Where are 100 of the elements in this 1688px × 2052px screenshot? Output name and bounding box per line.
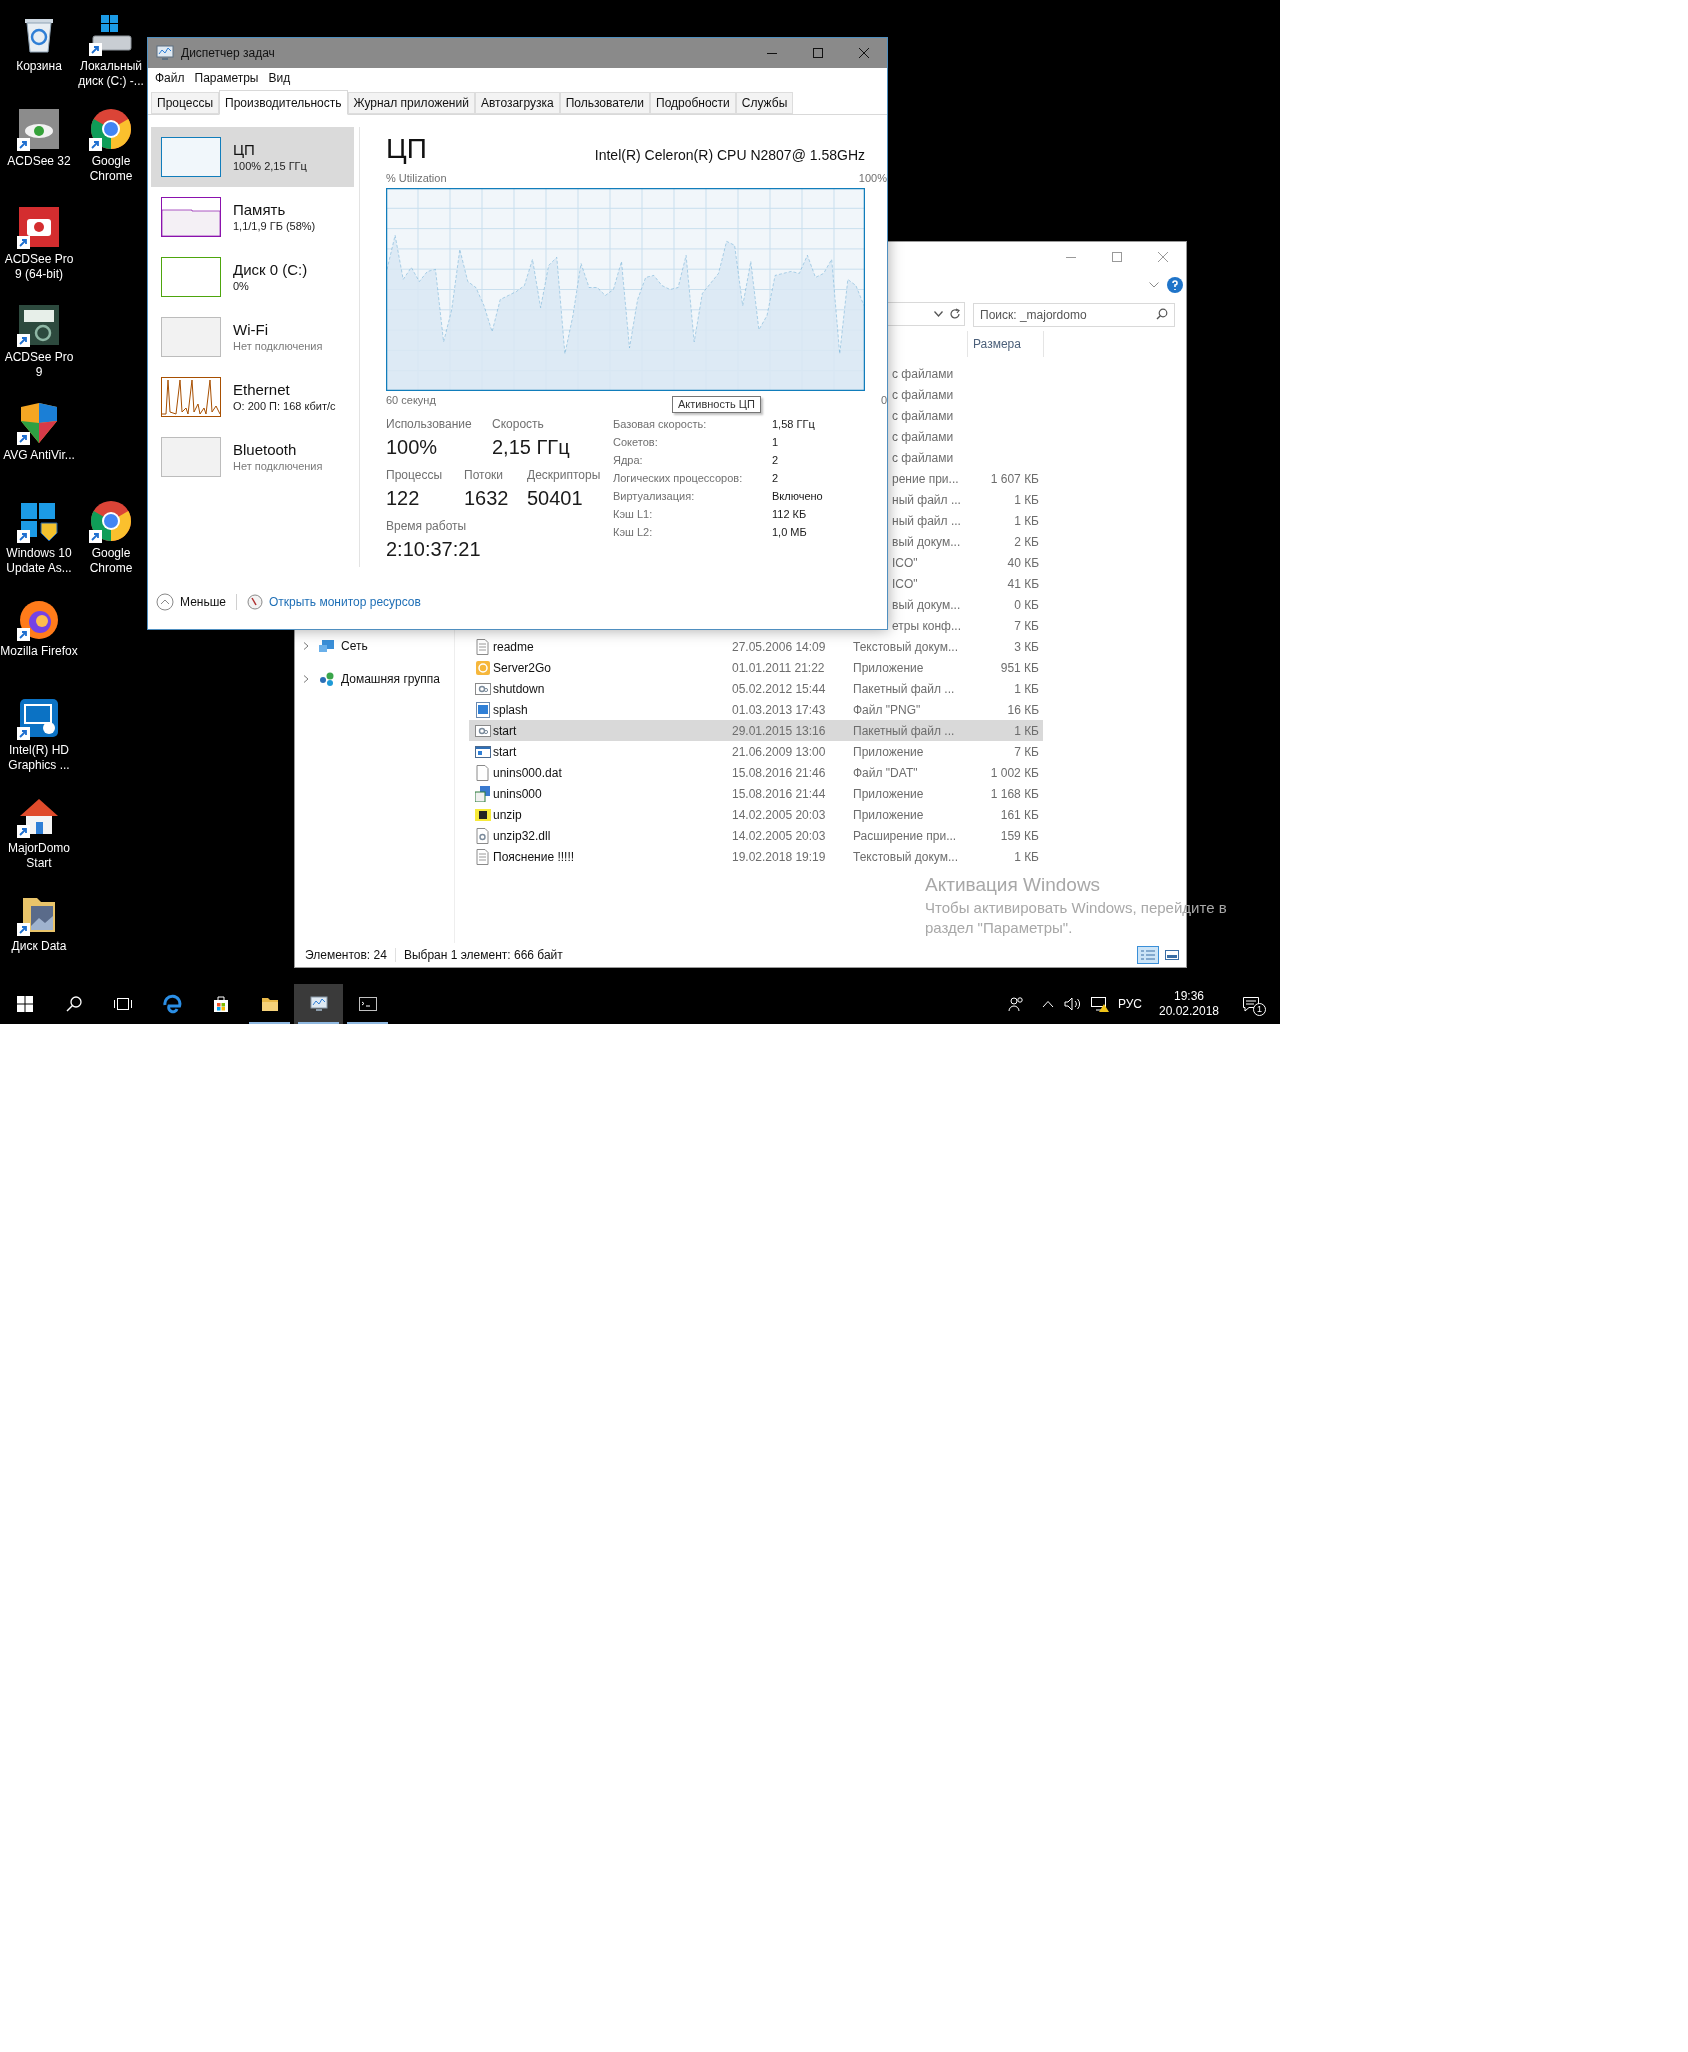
detail-label: Логических процессоров: bbox=[613, 470, 744, 486]
tab[interactable]: Журнал приложений bbox=[347, 92, 475, 114]
nav-item[interactable]: Домашняя группа bbox=[295, 668, 454, 690]
file-row[interactable]: splash 01.03.2013 17:43 Файл "PNG" 16 КБ bbox=[469, 699, 1043, 720]
sidebar-item-title: Wi-Fi bbox=[233, 321, 269, 339]
search-field[interactable]: Поиск: _majordomo bbox=[973, 303, 1175, 327]
file-row[interactable]: етры конф... 7 КБ bbox=[892, 615, 1043, 636]
file-row[interactable]: start 29.01.2015 13:16 Пакетный файл ... 1 КБ bbox=[469, 720, 1043, 741]
file-date: 14.02.2005 20:03 bbox=[732, 827, 827, 845]
tab[interactable]: Процессы bbox=[151, 92, 219, 114]
file-row[interactable]: рение при... 1 607 КБ bbox=[892, 468, 1043, 489]
windows-logo-icon bbox=[16, 996, 33, 1012]
tab[interactable]: Производительность bbox=[219, 90, 348, 115]
desktop-shortcut[interactable]: Mozilla Firefox bbox=[0, 595, 78, 659]
file-name: shutdown bbox=[493, 680, 546, 698]
fewer-details-button[interactable]: Меньше bbox=[156, 593, 226, 611]
nav-item[interactable]: Сеть bbox=[295, 635, 454, 657]
sidebar-item[interactable]: Ethernet О: 200 П: 168 кбит/с bbox=[151, 367, 354, 427]
file-name: unins000 bbox=[493, 785, 543, 803]
tab[interactable]: Службы bbox=[735, 92, 794, 114]
sidebar-item-subtitle: Нет подключения bbox=[233, 459, 323, 473]
clock[interactable]: 19:36 20.02.2018 bbox=[1154, 989, 1224, 1019]
notifications-button[interactable]: 1 bbox=[1234, 984, 1268, 1024]
details-view-button[interactable] bbox=[1137, 946, 1159, 964]
desktop-shortcut[interactable]: MajorDomo Start bbox=[0, 792, 78, 871]
zip-icon bbox=[475, 806, 491, 823]
file-row[interactable]: shutdown 05.02.2012 15:44 Пакетный файл ... 1 КБ bbox=[469, 678, 1043, 699]
file-date: 19.02.2018 19:19 bbox=[732, 848, 827, 866]
file-size: 161 КБ bbox=[1000, 806, 1039, 824]
sidebar-item[interactable]: Память 1,1/1,9 ГБ (58%) bbox=[151, 187, 354, 247]
file-row[interactable]: с файлами bbox=[892, 447, 1043, 468]
chevron-up-icon[interactable] bbox=[1041, 1000, 1054, 1008]
tab[interactable]: Пользователи bbox=[559, 92, 651, 114]
file-type: вый докум... bbox=[892, 533, 962, 551]
drive-icon bbox=[89, 12, 133, 56]
desktop-shortcut[interactable]: Диск Data bbox=[0, 890, 78, 954]
file-row[interactable]: ный файл ... 1 КБ bbox=[892, 510, 1043, 531]
file-type: ICO" bbox=[892, 575, 919, 593]
file-row[interactable]: Пояснение !!!!! 19.02.2018 19:19 Текстовый докум... 1 КБ bbox=[469, 846, 1043, 867]
menu-item[interactable]: Вид bbox=[263, 69, 296, 87]
file-row[interactable]: Server2Go 01.01.2011 21:22 Приложение 951 КБ bbox=[469, 657, 1043, 678]
sidebar-item[interactable]: Bluetooth Нет подключения bbox=[151, 427, 354, 487]
taskbar-app[interactable] bbox=[294, 984, 343, 1024]
file-row[interactable]: вый докум... 2 КБ bbox=[892, 531, 1043, 552]
file-row[interactable]: unzip 14.02.2005 20:03 Приложение 161 КБ bbox=[469, 804, 1043, 825]
sidebar-item[interactable]: ЦП 100% 2,15 ГГц bbox=[151, 127, 354, 187]
menu-item[interactable]: Файл bbox=[150, 69, 190, 87]
file-row[interactable]: unzip32.dll 14.02.2005 20:03 Расширение при... 159 КБ bbox=[469, 825, 1043, 846]
file-name: Пояснение !!!!! bbox=[493, 848, 576, 866]
desktop-shortcut[interactable]: Intel(R) HD Graphics ... bbox=[0, 694, 78, 773]
desktop-shortcut[interactable]: AVG AntiVir... bbox=[0, 399, 78, 463]
sidebar-item[interactable]: Диск 0 (C:) 0% bbox=[151, 247, 354, 307]
language-indicator[interactable]: РУС bbox=[1117, 995, 1142, 1013]
file-row[interactable]: ICO" 40 КБ bbox=[892, 552, 1043, 573]
file-type: Пакетный файл ... bbox=[853, 680, 956, 698]
file-row[interactable]: unins000.dat 15.08.2016 21:46 Файл "DAT" 1 002 КБ bbox=[469, 762, 1043, 783]
sidebar-item-subtitle: 1,1/1,9 ГБ (58%) bbox=[233, 219, 316, 233]
app-icon bbox=[475, 659, 491, 676]
file-row[interactable]: ный файл ... 1 КБ bbox=[892, 489, 1043, 510]
speaker-icon[interactable] bbox=[1063, 996, 1082, 1012]
file-type: Расширение при... bbox=[853, 827, 958, 845]
file-row[interactable]: readme 27.05.2006 14:09 Текстовый докум... 3 КБ bbox=[469, 636, 1043, 657]
file-row[interactable]: с файлами bbox=[892, 384, 1043, 405]
tab[interactable]: Автозагрузка bbox=[474, 92, 560, 114]
menu-item[interactable]: Параметры bbox=[189, 69, 264, 87]
text-file-icon bbox=[475, 848, 491, 865]
file-type: Текстовый докум... bbox=[853, 638, 959, 656]
file-row[interactable]: ICO" 41 КБ bbox=[892, 573, 1043, 594]
file-date: 01.03.2013 17:43 bbox=[732, 701, 827, 719]
file-row[interactable]: с файлами bbox=[892, 426, 1043, 447]
file-row[interactable]: вый докум... 0 КБ bbox=[892, 594, 1043, 615]
people-icon[interactable] bbox=[1007, 996, 1024, 1012]
file-size: 1 002 КБ bbox=[990, 764, 1039, 782]
help-icon[interactable] bbox=[1167, 276, 1183, 293]
tab[interactable]: Подробности bbox=[650, 92, 736, 114]
network-warning-icon[interactable] bbox=[1089, 996, 1110, 1012]
resource-monitor-link[interactable]: Открыть монитор ресурсов bbox=[269, 593, 421, 611]
detail-value: 112 КБ bbox=[772, 506, 807, 522]
column-header[interactable]: Размера bbox=[967, 331, 1044, 357]
sidebar-item[interactable]: Wi-Fi Нет подключения bbox=[151, 307, 354, 367]
file-row[interactable]: start 21.06.2009 13:00 Приложение 7 КБ bbox=[469, 741, 1043, 762]
detail-label: Ядра: bbox=[613, 452, 644, 468]
desktop-shortcut[interactable]: ACDSee 32 bbox=[0, 105, 78, 169]
refresh-icon bbox=[949, 308, 961, 320]
file-date: 29.01.2015 13:16 bbox=[732, 722, 827, 740]
file-date: 14.02.2005 20:03 bbox=[732, 806, 827, 824]
desktop-shortcut[interactable]: Windows 10 Update As... bbox=[0, 497, 78, 576]
sidebar-item-title: Bluetooth bbox=[233, 441, 298, 459]
file-type: етры конф... bbox=[892, 617, 962, 635]
file-name: splash bbox=[493, 701, 529, 719]
desktop-shortcut[interactable]: ACDSee Pro 9 (64-bit) bbox=[0, 203, 78, 282]
detail-value: 2 bbox=[772, 470, 779, 486]
sidebar-item-subtitle: Нет подключения bbox=[233, 339, 323, 353]
file-name: readme bbox=[493, 638, 535, 656]
desktop-shortcut[interactable]: ACDSee Pro 9 bbox=[0, 301, 78, 380]
file-row[interactable]: с файлами bbox=[892, 363, 1043, 384]
file-row[interactable]: с файлами bbox=[892, 405, 1043, 426]
file-row[interactable]: unins000 15.08.2016 21:44 Приложение 1 168 КБ bbox=[469, 783, 1043, 804]
file-date: 05.02.2012 15:44 bbox=[732, 680, 827, 698]
chevron-down-icon[interactable] bbox=[1149, 281, 1159, 288]
